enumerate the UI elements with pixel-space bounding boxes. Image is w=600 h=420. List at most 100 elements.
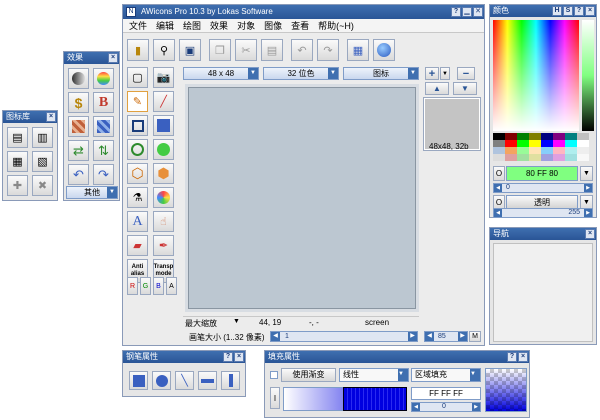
drawing-canvas[interactable] bbox=[185, 84, 419, 312]
effect-flip-v-button[interactable]: ⇅ bbox=[93, 140, 114, 161]
effect-grayscale-button[interactable] bbox=[68, 68, 89, 89]
menu-help[interactable]: 帮助(~H) bbox=[318, 19, 354, 32]
color-depth-dropdown[interactable]: 32 位色 ▼ bbox=[263, 67, 339, 80]
swatch[interactable] bbox=[577, 147, 589, 154]
arrow-right-icon[interactable]: ▶ bbox=[472, 403, 480, 411]
swatch[interactable] bbox=[577, 154, 589, 161]
web-button[interactable] bbox=[373, 39, 395, 61]
copy-button[interactable]: ❐ bbox=[209, 39, 231, 61]
save-button[interactable]: ▣ bbox=[179, 39, 201, 61]
fill-hex-field[interactable]: FF FF FF bbox=[411, 387, 481, 400]
m-button[interactable]: M bbox=[469, 331, 481, 342]
size-dropdown[interactable]: 48 x 48 ▼ bbox=[183, 67, 259, 80]
zoom-slider[interactable]: ◀ 85 ▶ bbox=[424, 331, 468, 342]
use-gradient-checkbox[interactable] bbox=[270, 371, 278, 379]
swatch[interactable] bbox=[565, 133, 577, 140]
smudge-tool[interactable]: ☝ bbox=[153, 211, 174, 232]
hex-menu-button[interactable]: ▼ bbox=[580, 166, 593, 181]
swatch[interactable] bbox=[505, 133, 517, 140]
effect-flip-h-button[interactable]: ⇄ bbox=[68, 140, 89, 161]
fill-tool[interactable]: ⚗ bbox=[127, 187, 148, 208]
zoom-arrow-icon[interactable]: ▼ bbox=[233, 318, 240, 325]
color-replace-tool[interactable] bbox=[153, 187, 174, 208]
color-titlebar[interactable]: 颜色 H S? × bbox=[490, 5, 596, 17]
library-button[interactable]: ▦ bbox=[347, 39, 369, 61]
eyedropper-tool[interactable]: ✒ bbox=[153, 235, 174, 256]
eraser-tool[interactable]: ▰ bbox=[127, 235, 148, 256]
select-tool[interactable]: ▢ bbox=[127, 67, 148, 88]
alpha-slider[interactable]: ◀ 255 ▶ bbox=[493, 208, 593, 218]
brush-square-button[interactable] bbox=[129, 371, 148, 390]
channel-g-toggle[interactable]: G bbox=[140, 277, 151, 295]
menu-file[interactable]: 文件 bbox=[129, 19, 147, 32]
filled-rectangle-tool[interactable] bbox=[153, 115, 174, 136]
swatch[interactable] bbox=[529, 140, 541, 147]
channel-r-toggle[interactable]: R bbox=[127, 277, 138, 295]
swatch[interactable] bbox=[529, 133, 541, 140]
effects-titlebar[interactable]: 效果 × bbox=[64, 52, 119, 64]
help-icon[interactable]: ? bbox=[223, 352, 233, 362]
swatch[interactable] bbox=[577, 140, 589, 147]
swatch[interactable] bbox=[517, 140, 529, 147]
cut-button[interactable]: ✂ bbox=[235, 39, 257, 61]
gradient-mode-dropdown[interactable]: 线性 ▼ bbox=[339, 368, 409, 382]
swatch[interactable] bbox=[565, 154, 577, 161]
arrow-right-icon[interactable]: ▶ bbox=[584, 184, 592, 192]
effect-bold-button[interactable]: B bbox=[93, 92, 114, 113]
effects-other-dropdown[interactable]: 其他 ▼ bbox=[66, 186, 118, 199]
hex-color-field[interactable]: 80 FF 80 bbox=[506, 166, 578, 181]
fill-value-slider[interactable]: ◀ 0 ▶ bbox=[411, 402, 481, 412]
fg-value-slider[interactable]: ◀ 0 ▶ bbox=[493, 183, 593, 193]
type-dropdown[interactable]: 图标 ▼ bbox=[343, 67, 419, 80]
brightness-bar[interactable] bbox=[582, 20, 594, 131]
swatch[interactable] bbox=[517, 154, 529, 161]
minimize-icon[interactable]: ▁ bbox=[462, 7, 472, 17]
menu-object[interactable]: 对象 bbox=[237, 19, 255, 32]
swatch[interactable] bbox=[493, 147, 505, 154]
help-icon[interactable]: ? bbox=[451, 7, 461, 17]
close-icon[interactable]: × bbox=[585, 6, 595, 16]
swatch[interactable] bbox=[517, 133, 529, 140]
swatch[interactable] bbox=[505, 140, 517, 147]
effect-mosaic-button[interactable] bbox=[68, 116, 89, 137]
swatch[interactable] bbox=[577, 133, 589, 140]
close-icon[interactable]: ✕ bbox=[473, 7, 483, 17]
fill-area-dropdown[interactable]: 区域填充 ▼ bbox=[411, 368, 481, 382]
brush-titlebar[interactable]: 钢笔属性? × bbox=[123, 351, 245, 363]
fill-i-button[interactable]: I bbox=[270, 387, 280, 409]
effect-hue-button[interactable] bbox=[93, 68, 114, 89]
camera-tool[interactable]: 📷 bbox=[153, 67, 174, 88]
swatch[interactable] bbox=[565, 147, 577, 154]
add-format-button[interactable]: + bbox=[425, 67, 439, 80]
close-icon[interactable]: × bbox=[518, 352, 528, 362]
close-icon[interactable]: × bbox=[46, 112, 56, 122]
arrow-left-icon[interactable]: ◀ bbox=[494, 209, 502, 217]
help-icon[interactable]: ? bbox=[574, 6, 584, 16]
arrow-right-icon[interactable]: ▶ bbox=[458, 332, 467, 341]
filled-polygon-tool[interactable]: ⬢ bbox=[153, 163, 174, 184]
swatch[interactable] bbox=[541, 133, 553, 140]
color-spectrum[interactable] bbox=[493, 20, 579, 131]
main-titlebar[interactable]: N AWicons Pro 10.3 by Lokas Software ? ▁… bbox=[123, 5, 484, 19]
brush-circle-button[interactable] bbox=[152, 371, 171, 390]
line-tool[interactable]: ╱ bbox=[153, 91, 174, 112]
remove-format-button[interactable]: − bbox=[457, 67, 475, 80]
channel-a-toggle[interactable]: A bbox=[166, 277, 177, 295]
new-file-button[interactable]: ▮ bbox=[127, 39, 149, 61]
use-gradient-button[interactable]: 使用渐变 bbox=[281, 368, 336, 382]
library-open-button[interactable]: ▤ bbox=[7, 127, 28, 148]
swatch[interactable] bbox=[529, 154, 541, 161]
ellipse-tool[interactable] bbox=[127, 139, 148, 160]
menu-draw[interactable]: 绘图 bbox=[183, 19, 201, 32]
navigator-titlebar[interactable]: 导航 × bbox=[490, 228, 596, 240]
swatch[interactable] bbox=[505, 154, 517, 161]
swatch[interactable] bbox=[565, 140, 577, 147]
arrow-left-icon[interactable]: ◀ bbox=[412, 403, 420, 411]
swatch[interactable] bbox=[505, 147, 517, 154]
undo-button[interactable]: ↶ bbox=[291, 39, 313, 61]
brush-vertical-button[interactable] bbox=[221, 371, 240, 390]
filled-ellipse-tool[interactable] bbox=[153, 139, 174, 160]
text-tool[interactable]: A bbox=[127, 211, 148, 232]
swatch[interactable] bbox=[553, 133, 565, 140]
arrow-left-icon[interactable]: ◀ bbox=[271, 332, 280, 341]
